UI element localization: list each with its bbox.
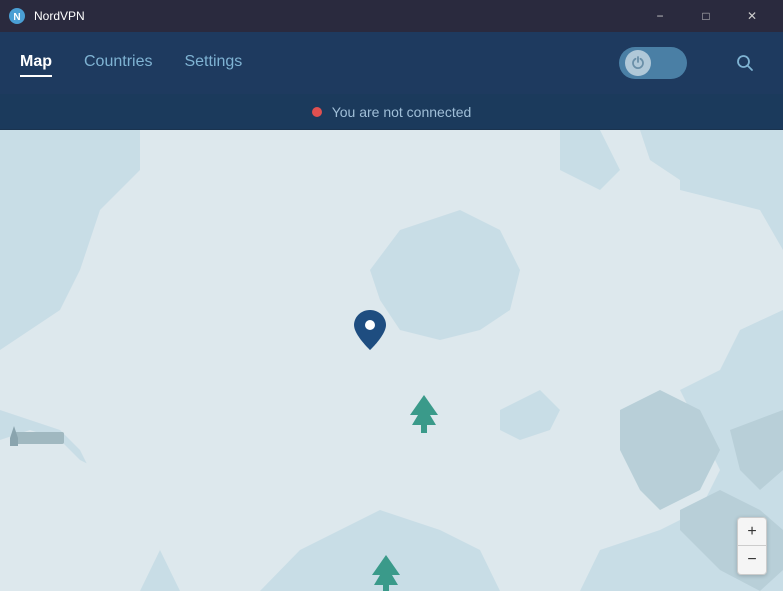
map-svg <box>0 130 783 591</box>
connection-status-dot <box>312 107 322 117</box>
zoom-in-button[interactable]: + <box>738 518 766 546</box>
nav-bar: Map Countries Settings <box>0 32 783 94</box>
svg-text:N: N <box>13 12 20 23</box>
search-icon <box>735 53 755 73</box>
zoom-out-button[interactable]: − <box>738 546 766 574</box>
tab-map[interactable]: Map <box>20 49 52 77</box>
window-controls: − □ ✕ <box>637 0 775 32</box>
title-bar-left: N NordVPN <box>8 7 85 25</box>
map-area[interactable]: + − <box>0 130 783 591</box>
maximize-button[interactable]: □ <box>683 0 729 32</box>
minimize-button[interactable]: − <box>637 0 683 32</box>
app-logo-icon: N <box>8 7 26 25</box>
app-title: NordVPN <box>34 9 85 23</box>
toggle-track[interactable] <box>619 47 687 79</box>
status-bar: You are not connected <box>0 94 783 130</box>
tab-countries[interactable]: Countries <box>84 49 152 77</box>
title-bar: N NordVPN − □ ✕ <box>0 0 783 32</box>
power-icon-wrap <box>625 50 651 76</box>
power-toggle[interactable] <box>619 47 687 79</box>
zoom-controls: + − <box>737 517 767 575</box>
tab-settings[interactable]: Settings <box>184 49 242 77</box>
connection-status-text: You are not connected <box>332 104 472 120</box>
close-button[interactable]: ✕ <box>729 0 775 32</box>
power-icon <box>630 55 646 71</box>
search-button[interactable] <box>727 45 763 81</box>
